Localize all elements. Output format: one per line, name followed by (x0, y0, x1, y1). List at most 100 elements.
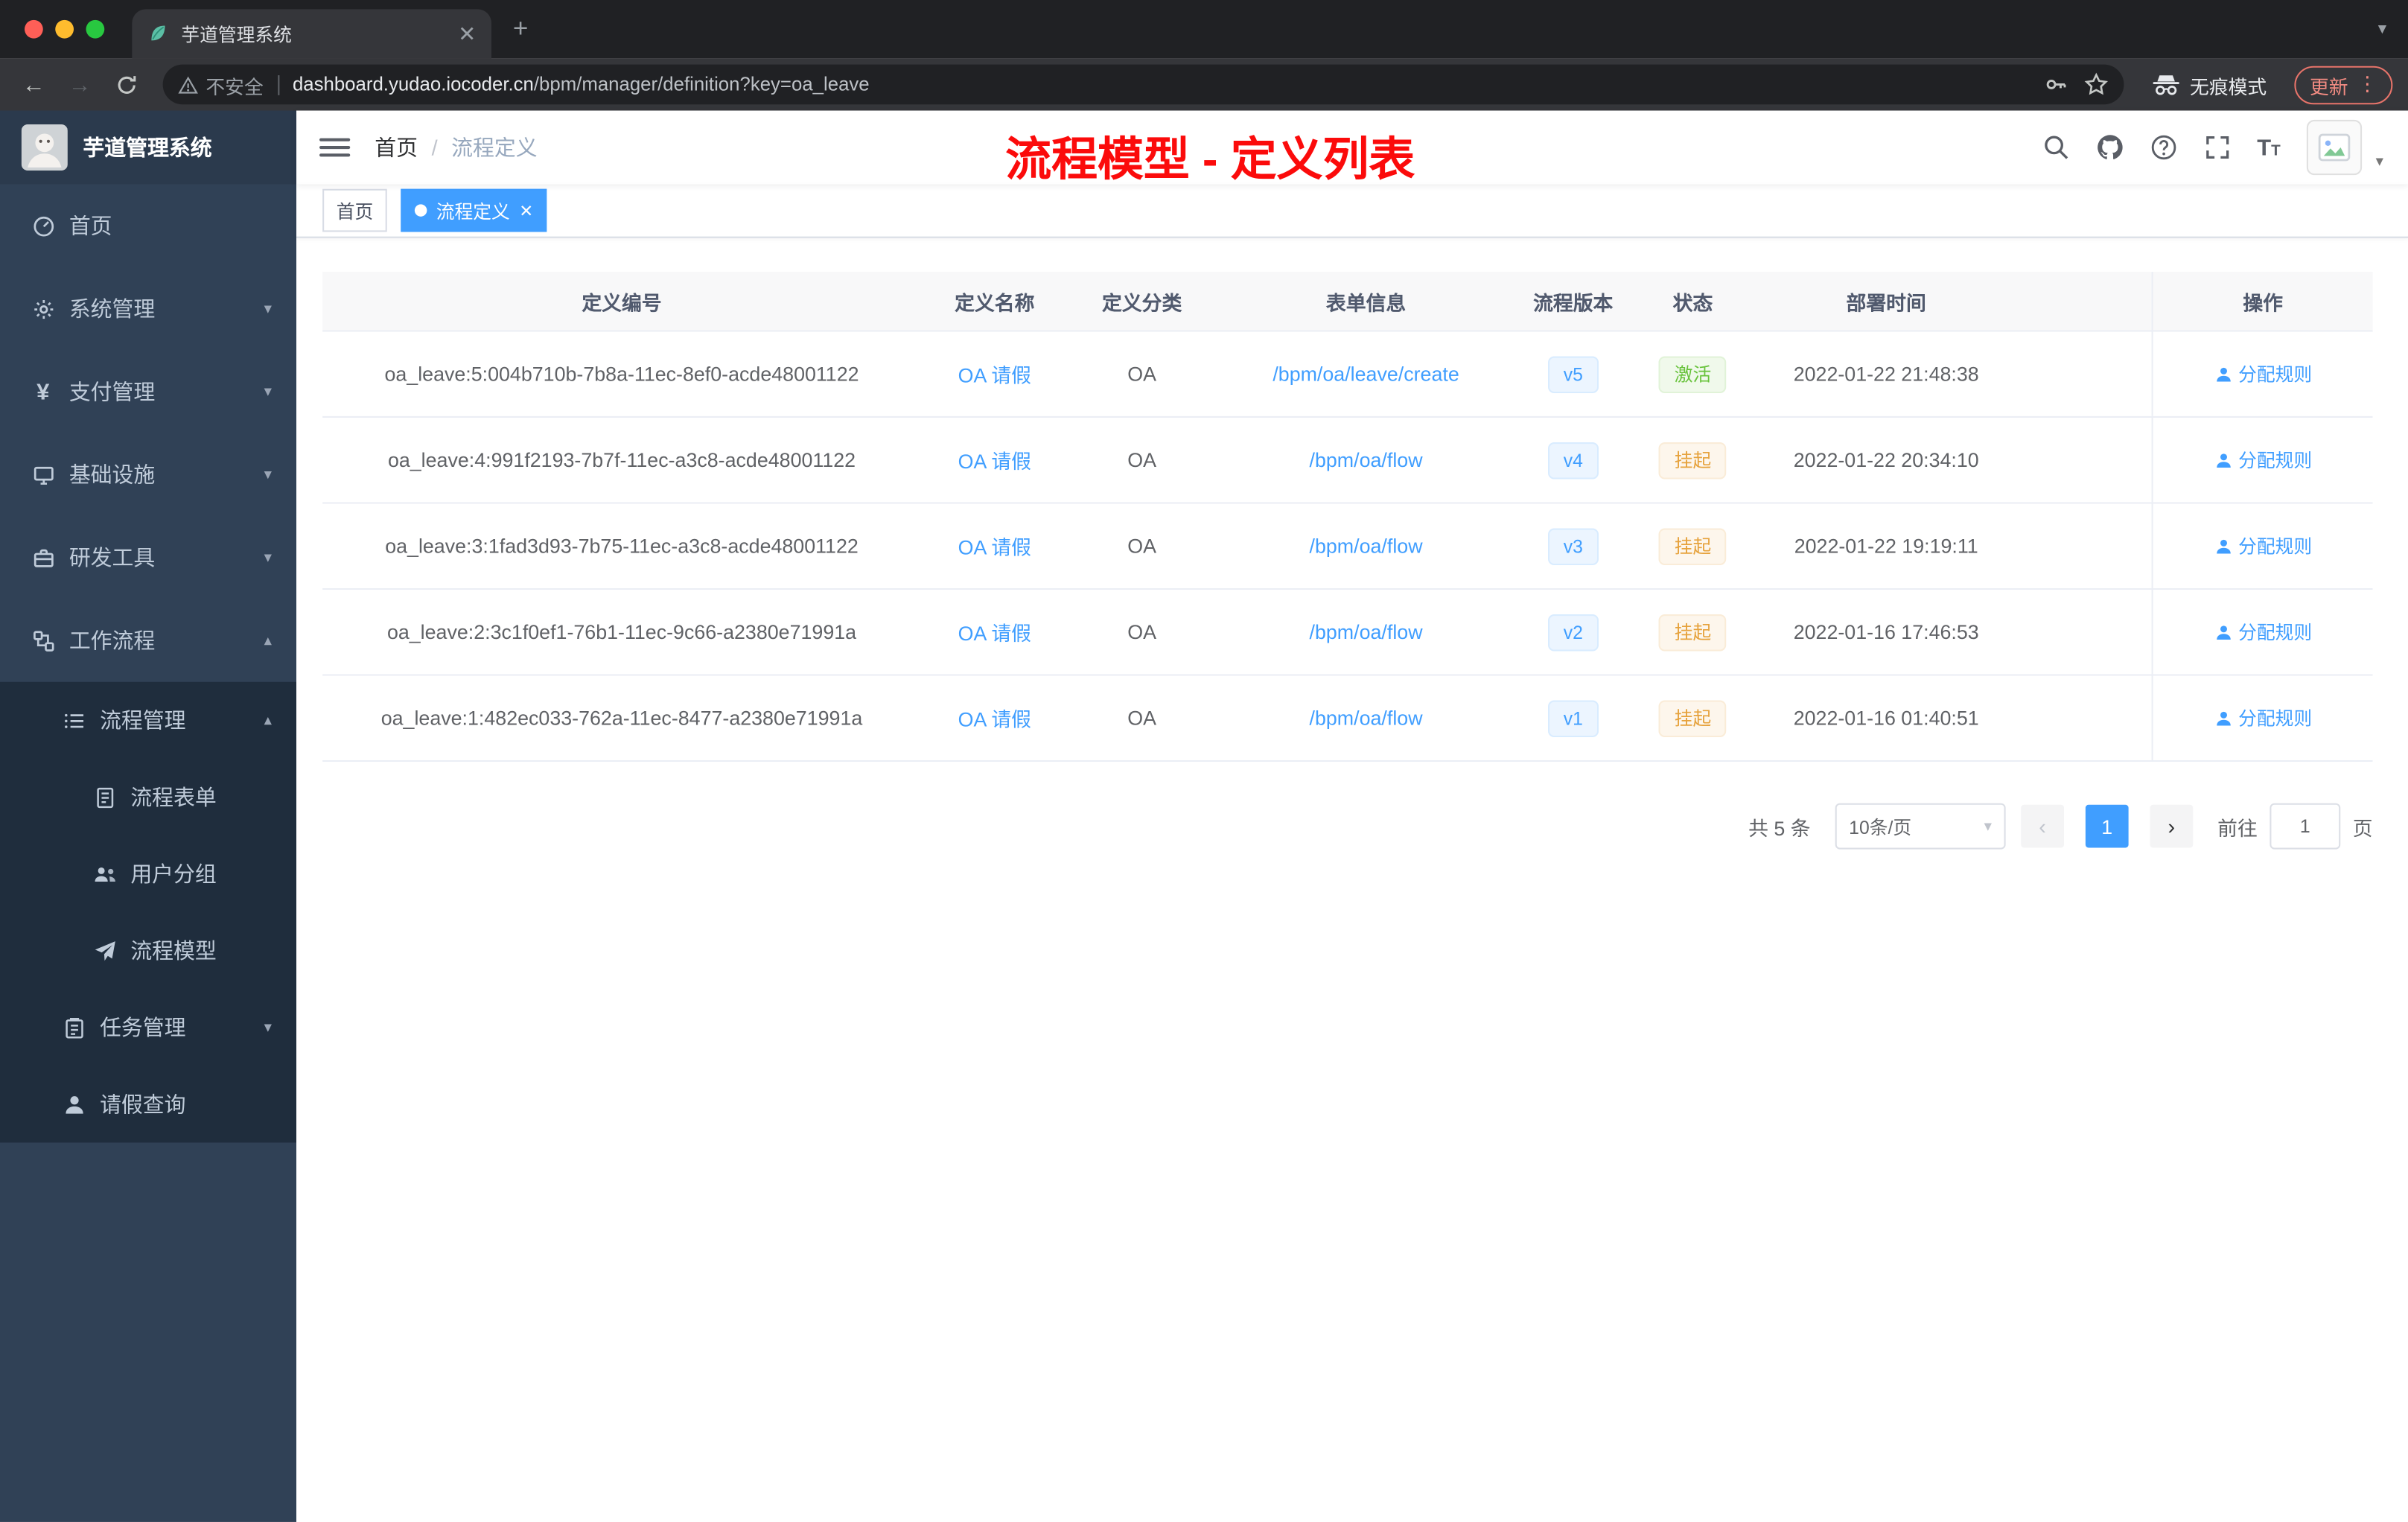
tag-home[interactable]: 首页 (322, 188, 387, 232)
tag-label: 流程定义 (436, 200, 510, 223)
search-icon[interactable] (2042, 133, 2069, 161)
assign-rule-link[interactable]: 分配规则 (2214, 705, 2312, 731)
sidebar-item-process-management[interactable]: 流程管理 ▴ (0, 682, 296, 759)
divider (277, 74, 279, 95)
bookmark-star-icon[interactable] (2084, 72, 2109, 97)
tab-search-chevron-icon[interactable]: ▾ (2378, 19, 2386, 39)
fullscreen-icon[interactable] (2203, 133, 2231, 161)
definition-category: OA (1127, 448, 1157, 472)
yen-icon: ¥ (36, 378, 50, 405)
forward-button[interactable]: → (62, 71, 99, 98)
chrome-update-button[interactable]: 更新 ⋮ (2294, 65, 2393, 104)
security-label[interactable]: 不安全 (206, 70, 263, 99)
breadcrumb-home[interactable]: 首页 (375, 132, 418, 162)
sidebar-item-system[interactable]: 系统管理 ▾ (0, 267, 296, 350)
assign-rule-link[interactable]: 分配规则 (2214, 361, 2312, 387)
maximize-window-button[interactable] (86, 19, 105, 39)
reload-button[interactable] (107, 73, 144, 96)
minimize-window-button[interactable] (55, 19, 74, 39)
assign-rule-link[interactable]: 分配规则 (2214, 447, 2312, 473)
status-badge: 挂起 (1659, 441, 1727, 479)
assign-rule-link[interactable]: 分配规则 (2214, 533, 2312, 559)
form-link[interactable]: /bpm/oa/flow (1310, 535, 1423, 558)
column-header: 操作 (2151, 272, 2373, 331)
sidebar-toggle-icon[interactable] (319, 138, 351, 157)
assign-rule-link[interactable]: 分配规则 (2214, 619, 2312, 645)
definition-name-link[interactable]: OA 请假 (958, 445, 1031, 474)
form-link[interactable]: /bpm/oa/flow (1310, 620, 1423, 643)
prev-page-button[interactable]: ‹ (2021, 804, 2064, 848)
definition-name-link[interactable]: OA 请假 (958, 360, 1031, 389)
main-area: 首页 / 流程定义 流程模型 - 定义列表 TT ▾ 首页 流程定义 ✕ 定义编… (296, 110, 2408, 1522)
table-row: oa_leave:3:1fad3d93-7b75-11ec-a3c8-acde4… (322, 503, 2373, 590)
goto-page: 前往 页 (2217, 803, 2373, 850)
page-size-value: 10条/页 (1849, 816, 1912, 838)
sidebar-item-devtools[interactable]: 研发工具 ▾ (0, 516, 296, 599)
github-icon[interactable] (2096, 133, 2124, 161)
image-placeholder-icon (2318, 133, 2351, 162)
url-text: dashboard.yudao.iocoder.cn/bpm/manager/d… (293, 74, 2029, 95)
form-link[interactable]: /bpm/oa/leave/create (1273, 363, 1459, 386)
browser-tab[interactable]: 芋道管理系统 ✕ (132, 9, 491, 59)
back-button[interactable]: ← (16, 71, 53, 98)
list-icon (62, 708, 86, 733)
next-page-button[interactable]: › (2150, 804, 2194, 848)
sidebar-item-process-model[interactable]: 流程模型 (0, 912, 296, 989)
sidebar-item-label: 研发工具 (69, 545, 156, 570)
gear-icon (31, 296, 55, 321)
form-link[interactable]: /bpm/oa/flow (1310, 707, 1423, 730)
tab-strip: 芋道管理系统 ✕ + ▾ (0, 0, 2408, 59)
sidebar-item-leave-query[interactable]: 请假查询 (0, 1066, 296, 1142)
definition-category: OA (1127, 534, 1157, 558)
page-size-select[interactable]: 10条/页 ▾ (1835, 803, 2006, 850)
browser-menu-icon[interactable]: ⋮ (2357, 72, 2377, 97)
tag-process-definition[interactable]: 流程定义 ✕ (401, 188, 547, 232)
deploy-time: 2022-01-16 01:40:51 (1793, 706, 1979, 730)
close-window-button[interactable] (25, 19, 43, 39)
sidebar-item-user-group[interactable]: 用户分组 (0, 835, 296, 912)
column-header: 流程版本 (1533, 290, 1614, 314)
filler-cell (2016, 676, 2151, 760)
sidebar-item-process-form[interactable]: 流程表单 (0, 759, 296, 835)
definition-name-link[interactable]: OA 请假 (958, 617, 1031, 646)
sidebar-item-task-management[interactable]: 任务管理 ▾ (0, 989, 296, 1066)
current-page-button[interactable]: 1 (2085, 804, 2129, 848)
password-key-icon[interactable] (2044, 72, 2068, 97)
version-tag: v4 (1548, 441, 1599, 479)
sidebar-item-home[interactable]: 首页 (0, 185, 296, 267)
new-tab-button[interactable]: + (513, 14, 528, 45)
navbar-actions: TT ▾ (2042, 119, 2383, 176)
avatar[interactable] (2306, 119, 2363, 176)
form-link[interactable]: /bpm/oa/flow (1310, 448, 1423, 471)
help-icon[interactable] (2150, 133, 2177, 161)
definition-id: oa_leave:5:004b710b-7b8a-11ec-8ef0-acde4… (384, 362, 859, 386)
sidebar-item-payment[interactable]: ¥ 支付管理 ▾ (0, 350, 296, 433)
definition-name-link[interactable]: OA 请假 (958, 532, 1031, 561)
status-badge: 挂起 (1659, 527, 1727, 564)
sidebar-item-infrastructure[interactable]: 基础设施 ▾ (0, 433, 296, 516)
sidebar-item-label: 支付管理 (69, 379, 156, 404)
chevron-up-icon: ▴ (264, 631, 273, 649)
breadcrumb: 首页 / 流程定义 (375, 132, 537, 162)
deploy-time: 2022-01-22 21:48:38 (1793, 362, 1979, 386)
goto-page-input[interactable] (2270, 803, 2341, 850)
font-size-icon[interactable]: TT (2257, 136, 2281, 159)
definition-name-link[interactable]: OA 请假 (958, 704, 1031, 733)
filler-cell (2016, 590, 2151, 674)
monitor-icon (31, 462, 55, 487)
close-tag-icon[interactable]: ✕ (519, 200, 533, 220)
close-tab-icon[interactable]: ✕ (458, 21, 476, 47)
update-label: 更新 (2309, 76, 2348, 98)
column-header: 定义分类 (1102, 290, 1182, 314)
paper-plane-icon (92, 938, 117, 963)
filler-cell (2016, 504, 2151, 588)
sidebar-item-label: 流程管理 (100, 707, 186, 733)
address-bar[interactable]: 不安全 dashboard.yudao.iocoder.cn/bpm/manag… (162, 64, 2124, 105)
chevron-down-icon[interactable]: ▾ (2376, 153, 2383, 170)
sidebar-item-workflow[interactable]: 工作流程 ▴ (0, 599, 296, 681)
sidebar-item-label: 流程模型 (130, 938, 217, 964)
goto-label: 前往 (2217, 816, 2258, 840)
definition-table: 定义编号 定义名称 定义分类 表单信息 流程版本 状态 部署时间 操作 oa_l… (322, 272, 2373, 762)
tag-label: 首页 (336, 200, 374, 223)
sidebar-item-label: 首页 (69, 213, 112, 238)
